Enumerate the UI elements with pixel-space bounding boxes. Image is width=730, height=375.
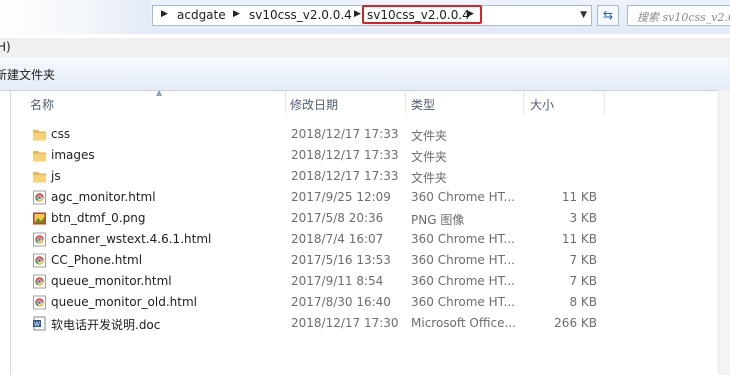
file-name[interactable]: css	[51, 127, 70, 141]
chrome-html-icon	[32, 274, 47, 289]
file-row[interactable]: W 软电话开发说明.doc 2018/12/17 17:30 Microsoft Of…	[11, 313, 730, 334]
address-bar[interactable]: ▶ acdgate ▶ sv10css_v2.0.0.4 ▶ sv10css_v…	[152, 5, 592, 26]
file-type: 文件夹	[411, 129, 448, 143]
breadcrumb-sv10css-parent[interactable]: sv10css_v2.0.0.4	[249, 8, 352, 22]
address-bar-strip: ▶ acdgate ▶ sv10css_v2.0.0.4 ▶ sv10css_v…	[0, 0, 730, 34]
file-row[interactable]: css 2018/12/17 17:33 文件夹	[11, 124, 730, 145]
vertical-scrollbar[interactable]	[718, 90, 730, 375]
chrome-html-icon	[32, 190, 47, 205]
file-date: 2018/12/17 17:33	[291, 169, 399, 183]
file-type: 360 Chrome HT...	[411, 253, 515, 267]
file-size: 11 KB	[561, 232, 597, 246]
column-header-date[interactable]: 修改日期	[290, 96, 338, 113]
menu-bar: H)	[0, 38, 730, 59]
file-date: 2018/12/17 17:33	[291, 127, 399, 141]
column-header-row: ▲ 名称 修改日期 类型 大小	[11, 88, 730, 114]
file-size: 3 KB	[569, 211, 597, 225]
column-divider[interactable]	[523, 90, 524, 114]
file-name[interactable]: images	[51, 148, 95, 162]
file-size: 266 KB	[554, 316, 597, 330]
column-header-name[interactable]: 名称	[30, 96, 54, 113]
file-date: 2017/5/16 13:53	[291, 253, 391, 267]
chevron-right-icon[interactable]: ▶	[233, 9, 240, 19]
file-size: 7 KB	[569, 253, 597, 267]
file-size: 7 KB	[569, 274, 597, 288]
file-row[interactable]: cbanner_wstext.4.6.1.html 2018/7/4 16:07 3…	[11, 229, 730, 250]
word-doc-icon: W	[32, 316, 47, 331]
file-date: 2018/7/4 16:07	[291, 232, 384, 246]
file-type: Microsoft Office...	[411, 316, 516, 330]
file-name[interactable]: queue_monitor_old.html	[51, 295, 197, 309]
file-type: 360 Chrome HT...	[411, 274, 515, 288]
column-divider[interactable]	[405, 90, 406, 114]
file-date: 2018/12/17 17:33	[291, 148, 399, 162]
file-type: 文件夹	[411, 150, 448, 164]
chevron-right-icon[interactable]: ▶	[161, 9, 168, 19]
file-row[interactable]: queue_monitor_old.html 2017/8/30 16:40 360…	[11, 292, 730, 313]
png-image-icon	[32, 211, 47, 226]
file-row[interactable]: images 2018/12/17 17:33 文件夹	[11, 145, 730, 166]
file-type: PNG 图像	[411, 213, 465, 227]
chevron-right-icon[interactable]: ▶	[354, 9, 361, 19]
refresh-icon: ⇆	[602, 8, 614, 22]
file-name[interactable]: queue_monitor.html	[51, 274, 172, 288]
file-date: 2017/9/25 12:09	[291, 190, 391, 204]
refresh-button[interactable]: ⇆	[597, 5, 619, 26]
chrome-html-icon	[32, 232, 47, 247]
column-divider[interactable]	[604, 90, 605, 114]
folder-icon	[32, 169, 47, 184]
file-row[interactable]: js 2018/12/17 17:33 文件夹	[11, 166, 730, 187]
svg-text:W: W	[34, 321, 40, 328]
file-type: 360 Chrome HT...	[411, 190, 515, 204]
window-corner	[0, 0, 150, 34]
file-type: 360 Chrome HT...	[411, 295, 515, 309]
folder-icon	[32, 127, 47, 142]
file-row[interactable]: queue_monitor.html 2017/9/11 8:54 360 Chro…	[11, 271, 730, 292]
file-row[interactable]: agc_monitor.html 2017/9/25 12:09 360 Chrom…	[11, 187, 730, 208]
search-input[interactable]: 搜索 sv10css_v2.0.0.4	[627, 5, 730, 26]
file-type: 文件夹	[411, 171, 448, 185]
breadcrumb-sv10css-current[interactable]: sv10css_v2.0.0.4	[367, 8, 470, 22]
menu-item-help[interactable]: H)	[0, 40, 11, 54]
file-name[interactable]: CC_Phone.html	[51, 253, 142, 267]
file-row[interactable]: btn_dtmf_0.png 2017/5/8 20:36 PNG 图像 3 KB	[11, 208, 730, 229]
toolbar: 新建文件夹	[0, 58, 730, 91]
folder-icon	[32, 148, 47, 163]
file-date: 2017/5/8 20:36	[291, 211, 384, 225]
file-name[interactable]: js	[51, 169, 61, 183]
file-name[interactable]: btn_dtmf_0.png	[51, 211, 145, 225]
chrome-html-icon	[32, 295, 47, 310]
chevron-right-icon[interactable]: ▶	[467, 9, 474, 19]
file-date: 2017/9/11 8:54	[291, 274, 384, 288]
column-divider[interactable]	[285, 90, 286, 114]
sort-ascending-icon: ▲	[156, 88, 163, 97]
chrome-html-icon	[32, 253, 47, 268]
file-name[interactable]: 软电话开发说明.doc	[51, 316, 160, 333]
file-date: 2017/8/30 16:40	[291, 295, 391, 309]
file-size: 11 KB	[561, 190, 597, 204]
column-header-size[interactable]: 大小	[530, 96, 554, 113]
breadcrumb-acdgate[interactable]: acdgate	[177, 8, 226, 22]
file-date: 2018/12/17 17:30	[291, 316, 399, 330]
column-header-type[interactable]: 类型	[411, 96, 435, 113]
chevron-down-icon[interactable]: ▼	[580, 10, 587, 20]
file-type: 360 Chrome HT...	[411, 232, 515, 246]
new-folder-button[interactable]: 新建文件夹	[0, 66, 55, 83]
file-name[interactable]: cbanner_wstext.4.6.1.html	[51, 232, 211, 246]
file-row[interactable]: CC_Phone.html 2017/5/16 13:53 360 Chrome H…	[11, 250, 730, 271]
file-size: 8 KB	[569, 295, 597, 309]
file-name[interactable]: agc_monitor.html	[51, 190, 156, 204]
